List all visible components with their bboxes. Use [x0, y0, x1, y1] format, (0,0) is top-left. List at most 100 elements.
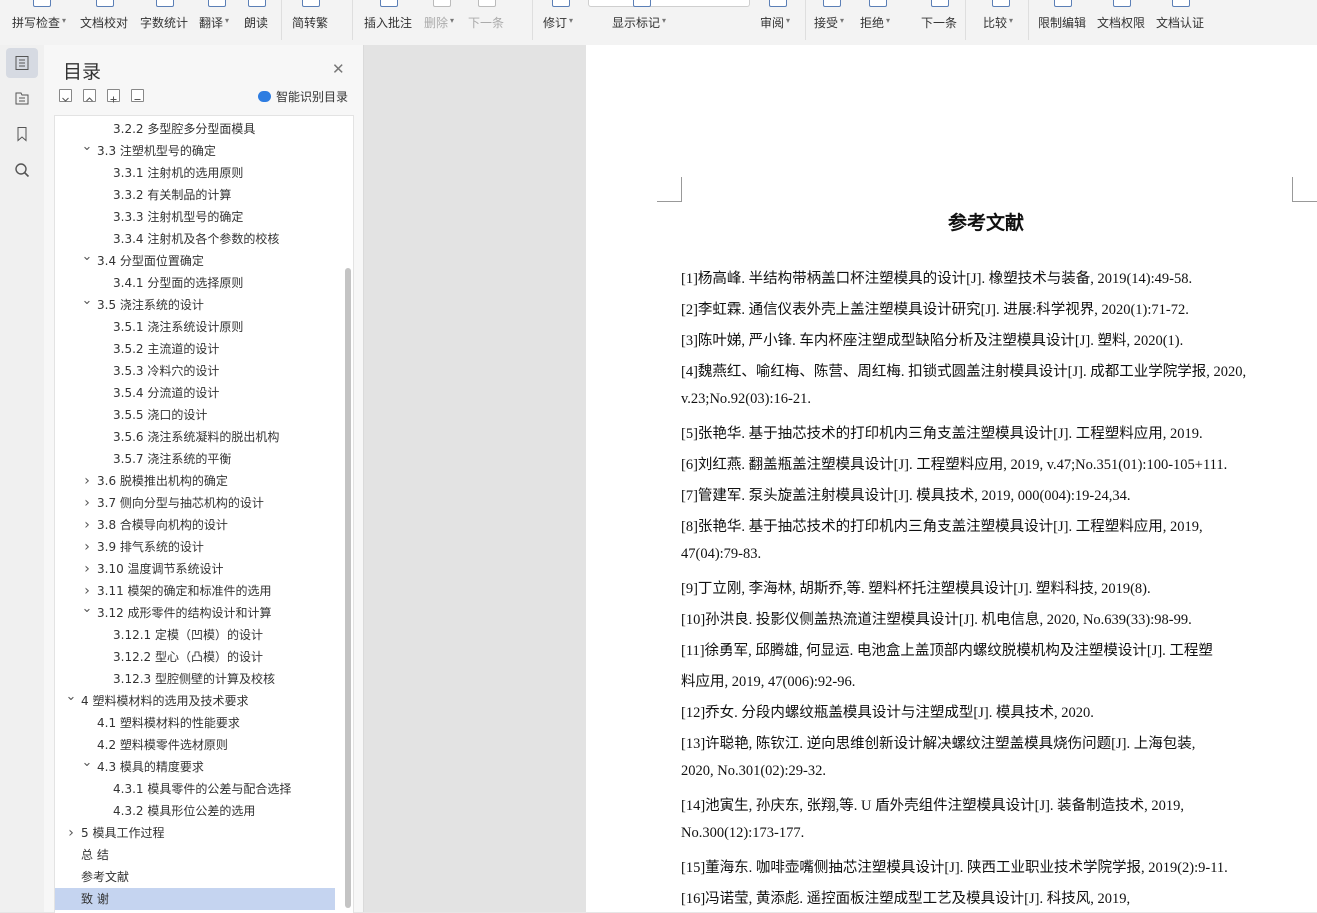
reference-line: [9]丁立刚, 李海林, 胡斯乔,等. 塑料杯托注塑模具设计[J]. 塑料科技,…	[681, 581, 1151, 597]
toc-item[interactable]: 3.5.4 分流道的设计	[55, 382, 335, 404]
chevron-down-icon[interactable]: ⌄	[81, 598, 93, 620]
toc-item[interactable]: 4.3.1 模具零件的公差与配合选择	[55, 778, 335, 800]
ribbon-button-label: 比较	[983, 16, 1008, 30]
ribbon-button-18[interactable]: 文档权限	[1097, 0, 1145, 45]
ribbon-button-9[interactable]: 下一条	[468, 0, 504, 45]
smart-toc-button[interactable]: 智能识别目录	[258, 88, 348, 105]
ribbon-button-label: 插入批注	[364, 16, 413, 30]
chevron-down-icon[interactable]: ⌄	[81, 246, 93, 268]
toc-scrollbar[interactable]	[345, 268, 351, 908]
toc-item[interactable]: 3.2.2 多型腔多分型面模具	[55, 118, 335, 140]
toc-item-label: 4 塑料模材料的选用及技术要求	[81, 694, 249, 708]
toc-item-label: 3.7 侧向分型与抽芯机构的设计	[97, 496, 264, 510]
add-heading-icon[interactable]	[107, 89, 120, 103]
toc-item[interactable]: › 3.10 温度调节系统设计	[55, 558, 335, 580]
document-page[interactable]: 参考文献 [1]杨高峰. 半结构带柄盖口杯注塑模具的设计[J]. 橡塑技术与装备…	[586, 45, 1317, 912]
toc-item[interactable]: 3.5.1 浇注系统设计原则	[55, 316, 335, 338]
toc-item[interactable]: 3.5.6 浇注系统凝料的脱出机构	[55, 426, 335, 448]
toc-item[interactable]: 3.4.1 分型面的选择原则	[55, 272, 335, 294]
ribbon-button-12[interactable]: 审阅 ▾	[760, 0, 794, 45]
chevron-down-icon: ▾	[886, 16, 891, 25]
toc-item[interactable]: 3.3.3 注射机型号的确定	[55, 206, 335, 228]
toc-item[interactable]: 总 结	[55, 844, 335, 866]
toc-item[interactable]: › 3.11 模架的确定和标准件的选用	[55, 580, 335, 602]
ribbon-tool-icon	[302, 0, 320, 7]
toc-item[interactable]: ⌄ 4 塑料模材料的选用及技术要求	[55, 689, 335, 712]
ribbon-button-label: 字数统计	[140, 16, 189, 30]
toc-item[interactable]: › 5 模具工作过程	[55, 822, 335, 844]
toc-item[interactable]: ⌄ 4.3 模具的精度要求	[55, 755, 335, 778]
toc-item[interactable]: 3.5.5 浇口的设计	[55, 404, 335, 426]
ribbon-button-13[interactable]: 接受 ▾	[814, 0, 848, 45]
toc-item-label: 3.3.4 注射机及各个参数的校核	[113, 232, 280, 246]
chevron-right-icon[interactable]: ›	[81, 536, 93, 558]
ribbon-button-1[interactable]: 拼写检查 ▾	[12, 0, 70, 45]
navigation-icon[interactable]	[6, 83, 38, 113]
toc-item-label: 4.3 模具的精度要求	[97, 760, 204, 774]
toc-item[interactable]: 3.3.4 注射机及各个参数的校核	[55, 228, 335, 250]
toc-item[interactable]: 3.5.7 浇注系统的平衡	[55, 448, 335, 470]
ribbon-button-16[interactable]: 比较 ▾	[983, 0, 1017, 45]
toc-item[interactable]: › 3.8 合模导向机构的设计	[55, 514, 335, 536]
chevron-right-icon[interactable]: ›	[81, 470, 93, 492]
toc-item[interactable]: 4.1 塑料模材料的性能要求	[55, 712, 335, 734]
toc-item-label: 3.6 脱模推出机构的确定	[97, 474, 228, 488]
toc-item[interactable]: 3.12.2 型心（凸模）的设计	[55, 646, 335, 668]
chevron-down-icon[interactable]: ⌄	[81, 136, 93, 158]
expand-icon[interactable]	[83, 89, 96, 102]
toc-item[interactable]: 4.2 塑料模零件选材原则	[55, 734, 335, 756]
toc-item[interactable]: ⌄ 3.12 成形零件的结构设计和计算	[55, 601, 335, 624]
ribbon-button-17[interactable]: 限制编辑	[1038, 0, 1086, 45]
bookmark-icon[interactable]	[6, 119, 38, 149]
toc-item[interactable]: 3.5.2 主流道的设计	[55, 338, 335, 360]
remove-heading-icon[interactable]	[131, 89, 144, 102]
ribbon-button-8[interactable]: 删除 ▾	[424, 0, 458, 45]
collapse-icon[interactable]	[59, 89, 72, 102]
toc-item[interactable]: 3.5.3 冷料穴的设计	[55, 360, 335, 382]
ribbon-button-11[interactable]: 显示标记 ▾	[612, 0, 670, 45]
ribbon-button-label: 审阅	[760, 16, 785, 30]
reference-line: 47(04):79-83.	[681, 546, 762, 562]
reference-line: [15]董海东. 咖啡壶嘴侧抽芯注塑模具设计[J]. 陕西工业职业技术学院学报,…	[681, 860, 1228, 876]
ribbon-button-6[interactable]: 简转繁	[292, 0, 328, 45]
ribbon-tool-icon	[552, 0, 570, 7]
toc-item[interactable]: 3.3.2 有关制品的计算	[55, 184, 335, 206]
chevron-down-icon[interactable]: ⌄	[65, 686, 77, 708]
ribbon-button-10[interactable]: 修订 ▾	[543, 0, 577, 45]
toc-item[interactable]: ⌄ 3.4 分型面位置确定	[55, 249, 335, 272]
chevron-right-icon[interactable]: ›	[81, 514, 93, 536]
reference-line: [10]孙洪良. 投影仪侧盖热流道注塑模具设计[J]. 机电信息, 2020, …	[681, 612, 1192, 628]
outline-icon[interactable]	[6, 48, 38, 78]
close-icon[interactable]: ✕	[332, 60, 345, 78]
toc-item[interactable]: 3.3.1 注射机的选用原则	[55, 162, 335, 184]
toc-item[interactable]: › 3.7 侧向分型与抽芯机构的设计	[55, 492, 335, 514]
ribbon-button-7[interactable]: 插入批注	[364, 0, 412, 45]
search-icon[interactable]	[6, 155, 38, 185]
toc-item-label: 致 谢	[81, 892, 109, 906]
ribbon-button-5[interactable]: 朗读	[244, 0, 268, 45]
toc-item[interactable]: 3.12.1 定模（凹模）的设计	[55, 624, 335, 646]
toc-item[interactable]: 致 谢	[55, 888, 335, 910]
ribbon-button-15[interactable]: 下一条	[921, 0, 957, 45]
toc-item-label: 3.12.2 型心（凸模）的设计	[113, 650, 263, 664]
ribbon-button-3[interactable]: 字数统计	[140, 0, 188, 45]
toc-item[interactable]: ⌄ 3.5 浇注系统的设计	[55, 293, 335, 316]
ribbon-button-label: 下一条	[921, 16, 958, 30]
toc-item[interactable]: 4.3.2 模具形位公差的选用	[55, 800, 335, 822]
ribbon-button-19[interactable]: 文档认证	[1156, 0, 1204, 45]
toc-item[interactable]: ⌄ 3.3 注塑机型号的确定	[55, 139, 335, 162]
ribbon-button-2[interactable]: 文档校对	[80, 0, 128, 45]
ribbon-button-14[interactable]: 拒绝 ▾	[860, 0, 894, 45]
toc-item[interactable]: › 3.6 脱模推出机构的确定	[55, 470, 335, 492]
chevron-down-icon[interactable]: ⌄	[81, 290, 93, 312]
toc-item[interactable]: 3.12.3 型腔侧壁的计算及校核	[55, 668, 335, 690]
chevron-right-icon[interactable]: ›	[81, 492, 93, 514]
chevron-down-icon[interactable]: ⌄	[81, 752, 93, 774]
chevron-right-icon[interactable]: ›	[65, 822, 77, 844]
ribbon-separator	[352, 0, 353, 40]
toc-item[interactable]: › 3.9 排气系统的设计	[55, 536, 335, 558]
toc-item[interactable]: 参考文献	[55, 866, 335, 888]
ribbon-button-4[interactable]: 翻译 ▾	[199, 0, 233, 45]
chevron-right-icon[interactable]: ›	[81, 558, 93, 580]
toc-item-label: 3.12 成形零件的结构设计和计算	[97, 606, 272, 620]
